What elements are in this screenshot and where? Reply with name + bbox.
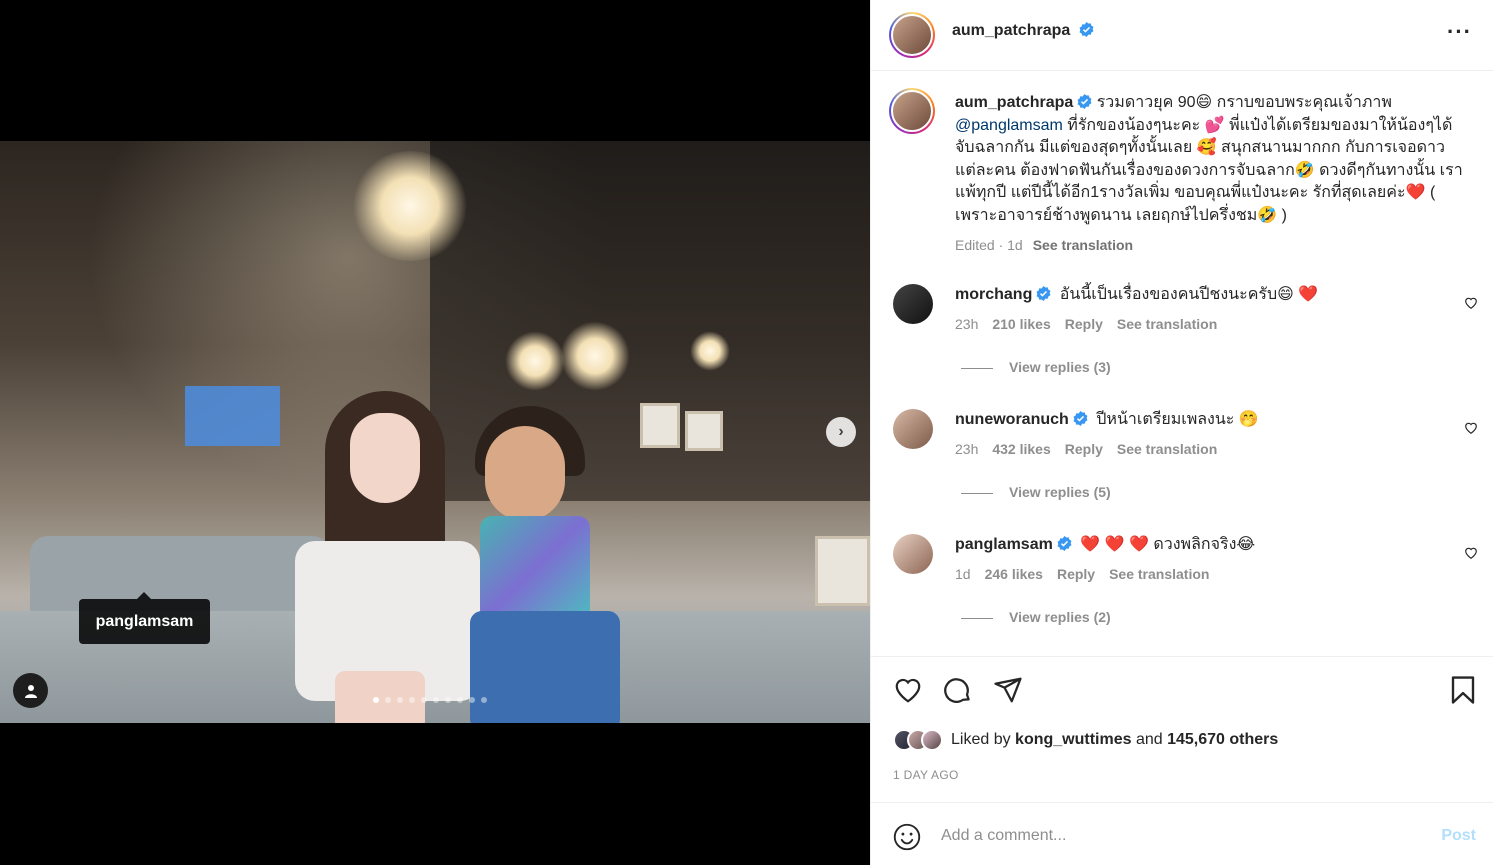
comment-see-translation[interactable]: See translation	[1117, 441, 1217, 457]
view-replies-button[interactable]: View replies (2)	[961, 609, 1111, 625]
comment-like-heart-icon[interactable]	[1464, 296, 1478, 310]
verified-badge-icon	[1077, 94, 1092, 109]
instagram-post-view: › panglamsam aum_patchrapa ··· aum_patch…	[0, 0, 1493, 865]
author-avatar[interactable]	[889, 12, 935, 58]
verified-badge-icon	[1036, 286, 1051, 301]
commenter-avatar[interactable]	[893, 534, 933, 574]
comment-body: nuneworanuch ปีหน้าเตรียมเพลงนะ 🤭	[955, 409, 1445, 431]
comment-reply-button[interactable]: Reply	[1057, 566, 1095, 582]
comment-reply-button[interactable]: Reply	[1065, 316, 1103, 332]
caption-text: รวมดาวยุค 90😄 กราบขอบพระคุณเจ้าภาพ	[1092, 94, 1392, 111]
caption-author-avatar[interactable]	[889, 88, 935, 134]
user-icon	[24, 684, 37, 698]
comment-input[interactable]	[941, 821, 1401, 851]
likes-and: and	[1131, 731, 1168, 748]
comment-time: 1d	[955, 566, 971, 582]
post-comment-button[interactable]: Post	[1441, 827, 1476, 845]
user-tag-text: panglamsam	[95, 612, 194, 630]
author-name-block: aum_patchrapa	[952, 22, 1094, 40]
verified-badge-icon	[1079, 22, 1094, 37]
tagged-users-button[interactable]	[13, 673, 48, 708]
post-actions-section: Liked by kong_wuttimes and 145,670 other…	[871, 656, 1493, 802]
comment-see-translation[interactable]: See translation	[1117, 316, 1217, 332]
save-bookmark-icon[interactable]	[1450, 675, 1476, 705]
comment-reply-button[interactable]: Reply	[1065, 441, 1103, 457]
comment-text: ปีหน้าเตรียมเพลงนะ 🤭	[1096, 411, 1259, 428]
comment-username[interactable]: nuneworanuch	[955, 411, 1069, 428]
photo-frame-decor	[815, 536, 870, 606]
post-timestamp[interactable]: 1 DAY AGO	[893, 768, 959, 782]
caption-meta: Edited · 1d See translation	[955, 234, 1470, 257]
comment-like-heart-icon[interactable]	[1464, 546, 1478, 560]
comment-likes[interactable]: 432 likes	[992, 441, 1050, 457]
share-paper-plane-icon[interactable]	[993, 675, 1023, 705]
verified-badge-icon	[1073, 411, 1088, 426]
caption-see-translation[interactable]: See translation	[1033, 237, 1133, 253]
post-caption: aum_patchrapa รวมดาวยุค 90😄 กราบขอบพระคุ…	[955, 92, 1470, 256]
comment-meta: 23h 432 likes Reply See translation	[955, 441, 1231, 457]
comment-meta: 23h 210 likes Reply See translation	[955, 316, 1231, 332]
more-options-icon[interactable]: ···	[1447, 21, 1472, 43]
commenter-avatar[interactable]	[893, 409, 933, 449]
comment-username[interactable]: morchang	[955, 286, 1032, 303]
caption-username[interactable]: aum_patchrapa	[955, 94, 1073, 111]
carousel-dot	[409, 697, 415, 703]
comment-bubble-icon[interactable]	[943, 675, 973, 705]
comment-see-translation[interactable]: See translation	[1109, 566, 1209, 582]
likes-text: Liked by kong_wuttimes and 145,670 other…	[951, 731, 1278, 749]
background-screen	[185, 386, 280, 446]
comment-text: อันนี้เป็นเรื่องของคนปีชงนะครับ😄 ❤️	[1059, 286, 1319, 303]
ceiling-light	[690, 331, 730, 371]
comment-body: panglamsam ❤️ ❤️ ❤️ ดวงพลิกจริง😂	[955, 534, 1445, 556]
liker-avatar	[921, 729, 943, 751]
person-right	[465, 406, 625, 723]
comment-body: morchang อันนี้เป็นเรื่องของคนปีชงนะครับ…	[955, 284, 1445, 306]
carousel-dot	[433, 697, 439, 703]
likes-summary: Liked by kong_wuttimes and 145,670 other…	[893, 729, 1278, 751]
carousel-indicator	[373, 697, 487, 703]
comment-likes[interactable]: 246 likes	[985, 566, 1043, 582]
chevron-right-icon: ›	[838, 423, 844, 440]
caption-edited-time: Edited · 1d	[955, 236, 1023, 253]
carousel-dot	[421, 697, 427, 703]
carousel-dot	[457, 697, 463, 703]
carousel-dot	[445, 697, 451, 703]
like-heart-icon[interactable]	[893, 675, 923, 705]
view-replies-button[interactable]: View replies (3)	[961, 359, 1111, 375]
emoji-icon[interactable]	[893, 823, 921, 851]
author-username[interactable]: aum_patchrapa	[952, 22, 1070, 39]
post-header: aum_patchrapa ···	[871, 0, 1493, 71]
carousel-dot	[373, 697, 379, 703]
comment-text: ❤️ ❤️ ❤️ ดวงพลิกจริง😂	[1080, 536, 1256, 553]
comment-likes[interactable]: 210 likes	[992, 316, 1050, 332]
photo-frame-decor	[685, 411, 723, 451]
ceiling-light	[505, 331, 565, 391]
photo-frame-decor	[640, 403, 680, 448]
likes-others-link[interactable]: 145,670 others	[1167, 731, 1278, 748]
carousel-next-button[interactable]: ›	[826, 417, 856, 447]
caption-mention-link[interactable]: @panglamsam	[955, 117, 1063, 134]
comment-time: 23h	[955, 441, 979, 457]
comment-like-heart-icon[interactable]	[1464, 421, 1478, 435]
comment-time: 23h	[955, 316, 979, 332]
carousel-dot	[397, 697, 403, 703]
chandelier-light	[350, 151, 470, 261]
verified-badge-icon	[1057, 536, 1072, 551]
post-side-panel: aum_patchrapa ··· aum_patchrapa รวมดาวยุ…	[870, 0, 1493, 865]
liker-username-link[interactable]: kong_wuttimes	[1015, 731, 1131, 748]
post-media-area: › panglamsam	[0, 0, 870, 865]
likes-prefix: Liked by	[951, 731, 1016, 748]
user-tag-label[interactable]: panglamsam	[79, 592, 210, 644]
carousel-dot	[385, 697, 391, 703]
add-comment-bar: Post	[871, 802, 1493, 865]
view-replies-button[interactable]: View replies (5)	[961, 484, 1111, 500]
carousel-dot	[469, 697, 475, 703]
comment-meta: 1d 246 likes Reply See translation	[955, 566, 1223, 582]
person-left	[295, 391, 485, 723]
chandelier-light	[560, 321, 630, 391]
commenter-avatar[interactable]	[893, 284, 933, 324]
comment-username[interactable]: panglamsam	[955, 536, 1053, 553]
carousel-dot	[481, 697, 487, 703]
